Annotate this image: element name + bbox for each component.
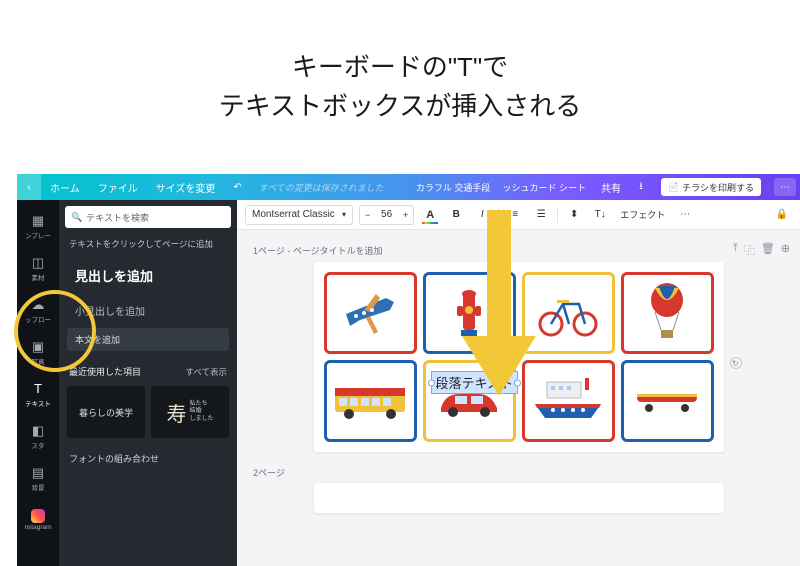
save-status: すべての変更は保存されました xyxy=(259,181,384,194)
rail-styles[interactable]: ◧スタ xyxy=(17,416,59,456)
recent-label: 最近使用した項目 xyxy=(69,365,141,378)
panel-hint: テキストをクリックしてページに追加 xyxy=(59,234,237,256)
rail-uploads[interactable]: ☁ップロー xyxy=(17,290,59,330)
text-icon: T xyxy=(30,381,46,397)
effects-button[interactable]: エフェクト xyxy=(616,208,669,221)
card-ship[interactable] xyxy=(522,360,615,442)
editor-area: Montserrat Classic▾ − 56 + A B I ≡ ☰ ⬍ T… xyxy=(237,200,800,566)
view-all-link[interactable]: すべて表示 xyxy=(185,366,227,378)
bold-button[interactable]: B xyxy=(446,205,466,225)
font-combos-label: フォントの組み合わせ xyxy=(59,442,237,469)
add-body-text[interactable]: 本文を追加 xyxy=(67,328,229,351)
page-2[interactable] xyxy=(314,483,724,513)
card-hydrant[interactable] xyxy=(423,272,516,354)
font-selector[interactable]: Montserrat Classic▾ xyxy=(245,205,353,225)
align-button[interactable]: ≡ xyxy=(505,205,525,225)
add-heading[interactable]: 見出しを追加 xyxy=(67,258,229,293)
spacing-button[interactable]: ⬍ xyxy=(564,205,584,225)
more-menu[interactable]: ⋯ xyxy=(774,178,796,196)
add-subheading[interactable]: 小見出しを追加 xyxy=(67,297,229,324)
italic-button[interactable]: I xyxy=(472,205,492,225)
side-rail: ▦ンプレー ◫素材 ☁ップロー ▣写真 Tテキスト ◧スタ ▤背景 nstagr… xyxy=(17,200,59,566)
canvas-scroll[interactable]: 1ページ - ページタイトルを追加 ⤒ ⿻ 🗑 ⊕ xyxy=(237,230,800,566)
text-template-2[interactable]: 寿私たち 結婚 しました xyxy=(151,386,229,438)
download-button[interactable]: ⭳ xyxy=(630,179,652,196)
vertical-text-button[interactable]: T↓ xyxy=(590,205,610,225)
lock-button[interactable]: 🔒 xyxy=(772,205,792,225)
print-icon: 📄 xyxy=(668,182,679,193)
page-1-label: 1ページ - ページタイトルを追加 ⤒ ⿻ 🗑 ⊕ xyxy=(253,242,790,258)
chevron-down-icon: ▾ xyxy=(342,210,346,219)
card-bus[interactable] xyxy=(324,360,417,442)
file-menu[interactable]: ファイル xyxy=(89,174,147,200)
styles-icon: ◧ xyxy=(30,423,46,439)
rail-elements[interactable]: ◫素材 xyxy=(17,248,59,288)
uploads-icon: ☁ xyxy=(30,297,46,313)
duplicate-page-icon[interactable]: ⿻ xyxy=(744,242,755,258)
add-page-icon[interactable]: ⊕ xyxy=(781,242,790,258)
search-input[interactable]: 🔍 テキストを検索 xyxy=(65,206,231,228)
resize-button[interactable]: サイズを変更 xyxy=(147,174,225,200)
format-toolbar: Montserrat Classic▾ − 56 + A B I ≡ ☰ ⬍ T… xyxy=(237,200,800,230)
list-button[interactable]: ☰ xyxy=(531,205,551,225)
instagram-icon xyxy=(31,509,45,523)
text-panel: 🔍 テキストを検索 テキストをクリックしてページに追加 見出しを追加 小見出しを… xyxy=(59,200,237,566)
search-icon: 🔍 xyxy=(71,212,82,223)
inserted-text-box[interactable]: 段落テキスト xyxy=(432,372,518,393)
card-airplane[interactable] xyxy=(324,272,417,354)
page-2-label: 2ページ xyxy=(253,466,790,479)
app-window: ‹ ホーム ファイル サイズを変更 ↶ すべての変更は保存されました カラフル … xyxy=(17,174,800,566)
share-button[interactable]: 共有 xyxy=(592,174,630,200)
home-button[interactable]: ホーム xyxy=(41,174,89,200)
rail-photos[interactable]: ▣写真 xyxy=(17,332,59,372)
card-skateboard[interactable] xyxy=(621,360,714,442)
search-placeholder: テキストを検索 xyxy=(86,211,149,224)
document-title-suffix: ッシュカード シート xyxy=(496,181,592,194)
text-template-1[interactable]: 暮らしの美学 xyxy=(67,386,145,438)
card-balloon[interactable] xyxy=(621,272,714,354)
more-format-button[interactable]: ⋯ xyxy=(675,205,695,225)
elements-icon: ◫ xyxy=(30,255,46,271)
rail-templates[interactable]: ▦ンプレー xyxy=(17,206,59,246)
document-title[interactable]: カラフル 交通手段 xyxy=(410,181,497,194)
undo-button[interactable]: ↶ xyxy=(224,174,250,200)
templates-icon: ▦ xyxy=(30,213,46,229)
background-icon: ▤ xyxy=(30,465,46,481)
top-bar: ‹ ホーム ファイル サイズを変更 ↶ すべての変更は保存されました カラフル … xyxy=(17,174,800,200)
photos-icon: ▣ xyxy=(30,339,46,355)
page-1[interactable]: 段落テキスト ↻ xyxy=(314,262,724,452)
rail-background[interactable]: ▤背景 xyxy=(17,458,59,498)
card-bicycle[interactable] xyxy=(522,272,615,354)
delete-page-icon[interactable]: 🗑 xyxy=(761,242,775,258)
rail-text[interactable]: Tテキスト xyxy=(17,374,59,414)
print-button-wrap[interactable]: 📄チラシを印刷する xyxy=(652,174,770,200)
font-size-selector[interactable]: − 56 + xyxy=(359,205,414,225)
page-up-icon[interactable]: ⤒ xyxy=(733,242,738,258)
rail-instagram[interactable]: nstagram xyxy=(17,500,59,540)
instruction-text: キーボードの"T"で テキストボックスが挿入される xyxy=(0,48,800,126)
text-color-button[interactable]: A xyxy=(420,205,440,225)
back-button[interactable]: ‹ xyxy=(17,174,41,200)
reset-rotation-handle[interactable]: ↻ xyxy=(730,357,742,369)
